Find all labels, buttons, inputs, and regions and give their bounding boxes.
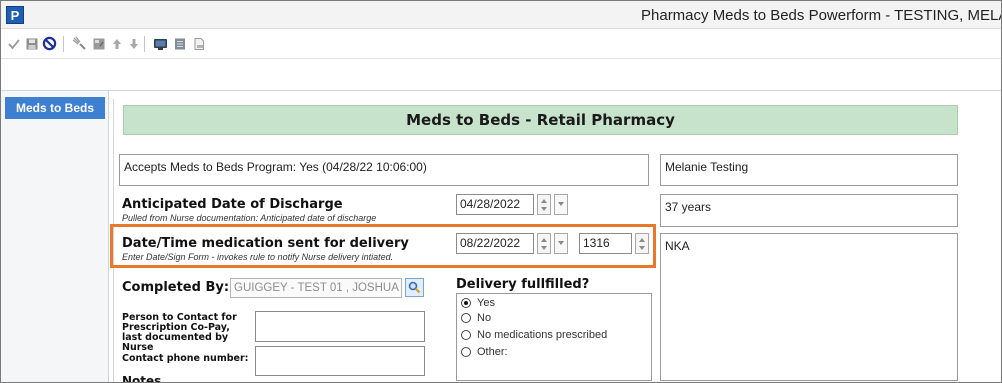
arrow-down-icon[interactable] bbox=[125, 35, 142, 52]
checkmark-icon[interactable] bbox=[5, 35, 22, 52]
window-title: Pharmacy Meds to Beds Powerform - TESTIN… bbox=[641, 7, 1002, 24]
contact-phone-label: Contact phone number: bbox=[122, 353, 249, 364]
completed-by-label: Completed By: bbox=[122, 280, 230, 295]
completed-by-field: GUIGGEY - TEST 01 , JOSHUA bbox=[230, 278, 402, 298]
patient-name: Melanie Testing bbox=[665, 160, 749, 174]
tools-icon[interactable] bbox=[71, 35, 88, 52]
contact-phone-input[interactable] bbox=[255, 346, 425, 376]
sidebar: Meds to Beds bbox=[1, 91, 109, 382]
title-bar: P Pharmacy Meds to Beds Powerform - TEST… bbox=[1, 1, 1002, 29]
accepts-program-box: Accepts Meds to Beds Program: Yes (04/28… bbox=[119, 154, 649, 186]
highlight-box bbox=[110, 224, 656, 268]
monitor-icon[interactable] bbox=[152, 35, 169, 52]
search-icon[interactable] bbox=[405, 278, 424, 297]
print-icon[interactable] bbox=[190, 35, 207, 52]
contact-person-label: Person to Contact for Prescription Co-Pa… bbox=[122, 312, 237, 353]
contact-person-input[interactable] bbox=[255, 311, 425, 342]
form-icon[interactable] bbox=[90, 35, 107, 52]
toolbar bbox=[1, 29, 1001, 59]
patient-age: 37 years bbox=[665, 200, 712, 214]
radio-label: Yes bbox=[477, 297, 495, 309]
delivery-fulfilled-label: Delivery fullfilled? bbox=[456, 277, 590, 292]
toolbar-divider bbox=[144, 36, 145, 52]
radio-button[interactable] bbox=[461, 298, 471, 308]
radio-label: No medications prescribed bbox=[477, 329, 608, 341]
notes-label: Notes bbox=[122, 374, 162, 383]
discharge-label: Anticipated Date of Discharge bbox=[122, 197, 343, 212]
toolbar-divider bbox=[63, 36, 64, 52]
discharge-date-dropdown[interactable] bbox=[554, 194, 568, 215]
accepts-program-text: Accepts Meds to Beds Program: Yes (04/28… bbox=[124, 160, 427, 174]
powerform-window: P Pharmacy Meds to Beds Powerform - TEST… bbox=[0, 0, 1002, 383]
section-title: Meds to Beds - Retail Pharmacy bbox=[406, 111, 675, 129]
radio-label: No bbox=[477, 312, 492, 324]
radio-option-no-medications[interactable]: No medications prescribed bbox=[461, 328, 607, 342]
discharge-date-input[interactable]: 04/28/2022 bbox=[456, 194, 534, 215]
patient-name-box: Melanie Testing bbox=[660, 154, 958, 186]
radio-option-other[interactable]: Other: bbox=[461, 345, 508, 359]
discharge-sublabel: Pulled from Nurse documentation: Anticip… bbox=[122, 213, 377, 223]
radio-option-no[interactable]: No bbox=[461, 311, 491, 325]
radio-option-yes[interactable]: Yes bbox=[461, 296, 495, 310]
allergies-value: NKA bbox=[665, 239, 690, 253]
save-icon[interactable] bbox=[23, 35, 40, 52]
document-icon[interactable] bbox=[171, 35, 188, 52]
app-icon: P bbox=[6, 6, 24, 24]
patient-age-box: 37 years bbox=[660, 194, 958, 227]
arrow-up-icon[interactable] bbox=[108, 35, 125, 52]
cancel-icon[interactable] bbox=[41, 35, 58, 52]
radio-button[interactable] bbox=[461, 330, 471, 340]
discharge-date-spinner[interactable] bbox=[537, 194, 551, 215]
section-banner: Meds to Beds - Retail Pharmacy bbox=[123, 105, 958, 135]
sidebar-item-meds-to-beds[interactable]: Meds to Beds bbox=[5, 97, 105, 119]
radio-button[interactable] bbox=[461, 347, 471, 357]
radio-button[interactable] bbox=[461, 313, 471, 323]
radio-label: Other: bbox=[477, 346, 508, 358]
allergies-box: NKA bbox=[660, 233, 958, 381]
toolbar-spacer bbox=[1, 59, 1001, 91]
